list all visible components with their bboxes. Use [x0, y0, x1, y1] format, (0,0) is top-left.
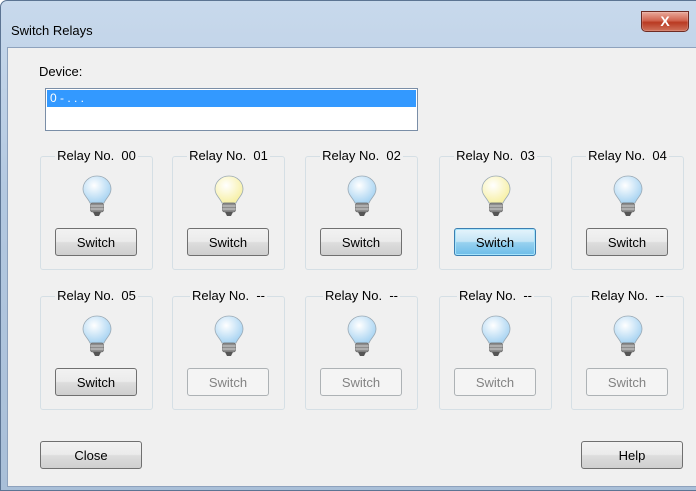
switch-button[interactable]: Switch [55, 368, 137, 396]
light-bulb-icon [612, 314, 644, 358]
switch-button[interactable]: Switch [55, 228, 137, 256]
relay-label: Relay No. -- [173, 288, 284, 303]
device-label: Device: [39, 64, 83, 79]
relay-label: Relay No. 05 [41, 288, 152, 303]
relay-label-text: Relay No. 00 [55, 148, 138, 163]
relay-group: Relay No. -- Switch [305, 288, 418, 410]
switch-button[interactable]: Switch [187, 228, 269, 256]
switch-relays-window: Switch Relays X Device: 0 - . . . Relay … [0, 0, 696, 491]
light-bulb-icon [81, 314, 113, 358]
switch-button[interactable]: Switch [320, 368, 402, 396]
device-listbox[interactable]: 0 - . . . [45, 88, 418, 131]
light-bulb-icon [81, 174, 113, 218]
relay-group: Relay No. -- Switch [571, 288, 684, 410]
device-list-item-selected[interactable]: 0 - . . . [47, 90, 416, 107]
relay-label-text: Relay No. -- [589, 288, 666, 303]
relay-label-text: Relay No. -- [190, 288, 267, 303]
relay-label-text: Relay No. 03 [454, 148, 537, 163]
relay-group: Relay No. -- Switch [439, 288, 552, 410]
switch-button[interactable]: Switch [320, 228, 402, 256]
light-bulb-icon [612, 174, 644, 218]
relay-label: Relay No. -- [440, 288, 551, 303]
relay-label-text: Relay No. 04 [586, 148, 669, 163]
relay-label-text: Relay No. 02 [320, 148, 403, 163]
relay-label: Relay No. 04 [572, 148, 683, 163]
relay-label: Relay No. -- [572, 288, 683, 303]
relay-group: Relay No. 03 Switch [439, 148, 552, 270]
relay-label-text: Relay No. -- [323, 288, 400, 303]
light-bulb-icon [480, 314, 512, 358]
relay-label: Relay No. 01 [173, 148, 284, 163]
switch-button[interactable]: Switch [586, 228, 668, 256]
relay-group: Relay No. 00 Switch [40, 148, 153, 270]
dialog-client-area: Device: 0 - . . . Relay No. 00 Switch Rela… [7, 47, 696, 487]
relay-group: Relay No. -- Switch [172, 288, 285, 410]
light-bulb-icon [213, 174, 245, 218]
switch-button[interactable]: Switch [187, 368, 269, 396]
switch-button[interactable]: Switch [586, 368, 668, 396]
relay-label-text: Relay No. 05 [55, 288, 138, 303]
light-bulb-icon [346, 314, 378, 358]
light-bulb-icon [213, 314, 245, 358]
help-button[interactable]: Help [581, 441, 683, 469]
relay-label: Relay No. -- [306, 288, 417, 303]
relay-group: Relay No. 04 Switch [571, 148, 684, 270]
close-icon[interactable]: X [641, 11, 689, 32]
close-button[interactable]: Close [40, 441, 142, 469]
switch-button[interactable]: Switch [454, 368, 536, 396]
relay-label-text: Relay No. -- [457, 288, 534, 303]
light-bulb-icon [346, 174, 378, 218]
relay-label: Relay No. 02 [306, 148, 417, 163]
relay-label-text: Relay No. 01 [187, 148, 270, 163]
relay-label: Relay No. 03 [440, 148, 551, 163]
relay-label: Relay No. 00 [41, 148, 152, 163]
relay-group: Relay No. 02 Switch [305, 148, 418, 270]
relay-group: Relay No. 05 Switch [40, 288, 153, 410]
light-bulb-icon [480, 174, 512, 218]
window-title: Switch Relays [11, 23, 93, 38]
relay-group: Relay No. 01 Switch [172, 148, 285, 270]
switch-button[interactable]: Switch [454, 228, 536, 256]
